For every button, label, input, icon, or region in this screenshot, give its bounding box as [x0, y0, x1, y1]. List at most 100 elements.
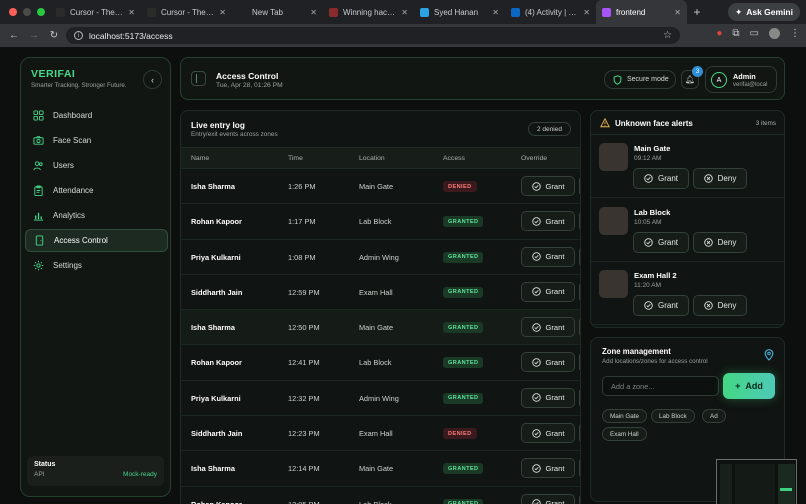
deny-override-button-partial[interactable]	[579, 176, 580, 196]
deny-override-button-partial[interactable]	[579, 317, 580, 338]
grant-button-label: Grant	[545, 428, 565, 438]
browser-tab[interactable]: (4) Activity | My ✕	[505, 0, 596, 24]
close-tab-icon[interactable]: ✕	[583, 8, 590, 17]
add-zone-input[interactable]	[602, 376, 719, 396]
close-tab-icon[interactable]: ✕	[401, 8, 408, 17]
sidebar-item-users[interactable]: Users	[25, 154, 168, 177]
grant-button-label: Grant	[545, 499, 565, 504]
deny-override-button-partial[interactable]	[579, 281, 580, 302]
site-info-icon[interactable]: i	[74, 31, 83, 40]
alert-time: 09:12 AM	[634, 155, 662, 162]
zone-tag[interactable]: Lab Block	[651, 409, 695, 423]
maximize-window-button[interactable]	[37, 8, 45, 16]
deny-override-button-partial[interactable]	[579, 493, 580, 504]
grant-override-button[interactable]: Grant	[521, 458, 575, 479]
deny-button[interactable]: Deny	[693, 295, 747, 316]
browser-tab[interactable]: Cursor - The be ✕	[141, 0, 232, 24]
browser-tab[interactable]: New Tab ✕	[232, 0, 323, 24]
row-name: Rohan Kapoor	[191, 217, 242, 227]
forward-button[interactable]: →	[24, 30, 44, 41]
secure-mode-toggle[interactable]: Secure mode	[604, 70, 676, 89]
browser-tab[interactable]: Syed Hanan ✕	[414, 0, 505, 24]
grant-override-button[interactable]: Grant	[521, 281, 575, 302]
deny-override-button-partial[interactable]	[579, 458, 580, 479]
screenshot-thumbnail[interactable]	[716, 459, 797, 504]
sidebar-item-attendance[interactable]: Attendance	[25, 179, 168, 202]
back-button[interactable]: ←	[4, 30, 24, 41]
collapse-sidebar-button[interactable]: ‹	[143, 70, 162, 89]
close-tab-icon[interactable]: ✕	[219, 8, 226, 17]
status-label: API	[34, 471, 45, 478]
check-circle-icon	[531, 252, 541, 261]
deny-button[interactable]: Deny	[693, 168, 747, 189]
sidebar-item-settings[interactable]: Settings	[25, 254, 168, 277]
deny-override-button-partial[interactable]	[579, 246, 580, 267]
grant-button-label: Grant	[545, 357, 565, 367]
new-tab-button[interactable]: +	[687, 5, 707, 19]
browser-tab[interactable]: frontend ✕	[596, 0, 687, 24]
plus-icon: +	[735, 381, 741, 391]
zone-tag[interactable]: Main Gate	[602, 409, 648, 423]
row-name: Siddharth Jain	[191, 429, 243, 439]
row-time: 1:08 PM	[288, 252, 316, 262]
access-status-badge: GRANTED	[443, 322, 484, 334]
sidepanel-icon[interactable]: ▭	[750, 28, 759, 39]
sidebar-item-analytics[interactable]: Analytics	[25, 204, 168, 227]
browser-tab-label: Syed Hanan	[434, 7, 479, 17]
grant-button[interactable]: Grant	[633, 295, 689, 316]
notifications-button[interactable]: 🔔︎ 3	[681, 66, 703, 89]
grant-override-button[interactable]: Grant	[521, 387, 575, 408]
ask-gemini-button[interactable]: ✦ Ask Gemini	[728, 3, 800, 21]
close-tab-icon[interactable]: ✕	[674, 8, 681, 17]
user-menu[interactable]: A Admin verifai@local	[705, 66, 777, 93]
extensions-puzzle-icon[interactable]: ⧉	[732, 28, 739, 39]
menu-kebab-icon[interactable]: ⋮	[790, 28, 800, 39]
denied-count-badge: 2 denied	[528, 122, 571, 136]
browser-tab[interactable]: Cursor - The be ✕	[50, 0, 141, 24]
row-time: 1:26 PM	[288, 182, 316, 191]
toggle-panel-icon[interactable]	[191, 71, 206, 86]
grant-override-button[interactable]: Grant	[521, 423, 575, 444]
access-status-badge: DENIED	[443, 181, 477, 192]
table-row: Priya Kulkarni 12:32 PM Admin Wing GRANTED G…	[181, 381, 580, 417]
grant-override-button[interactable]: Grant	[521, 493, 575, 504]
check-circle-icon	[531, 428, 541, 438]
extension-icon[interactable]: ●	[716, 28, 722, 39]
deny-button[interactable]: Deny	[693, 231, 747, 253]
minimize-window-button[interactable]	[23, 8, 31, 16]
grant-override-button[interactable]: Grant	[521, 352, 575, 373]
close-tab-icon[interactable]: ✕	[492, 8, 499, 17]
deny-override-button-partial[interactable]	[579, 387, 580, 408]
zone-tag[interactable]: Ad	[702, 409, 726, 423]
close-window-button[interactable]	[9, 8, 17, 16]
close-tab-icon[interactable]: ✕	[128, 8, 135, 17]
grant-override-button[interactable]: Grant	[521, 317, 575, 338]
zone-tag[interactable]: Exam Hall	[602, 427, 647, 441]
add-zone-button[interactable]: + Add	[723, 373, 775, 399]
browser-tab[interactable]: Winning hackatl ✕	[323, 0, 414, 24]
status-title: Status	[34, 461, 56, 468]
grant-override-button[interactable]: Grant	[521, 211, 575, 232]
bookmark-star-icon[interactable]: ☆	[663, 30, 672, 41]
access-status-badge: GRANTED	[443, 392, 484, 404]
deny-override-button-partial[interactable]	[579, 352, 580, 373]
close-tab-icon[interactable]: ✕	[310, 8, 317, 17]
row-location: Lab Block	[359, 358, 392, 368]
grant-override-button[interactable]: Grant	[521, 176, 575, 196]
sidebar-item-face-scan[interactable]: Face Scan	[25, 129, 168, 152]
sidebar-item-dashboard[interactable]: Dashboard	[25, 104, 168, 127]
brand-tagline: Smarter Tracking. Stronger Future.	[31, 82, 127, 89]
reload-button[interactable]: ↻	[44, 30, 64, 41]
alerts-header: Unknown face alerts 3 items	[591, 111, 784, 135]
sidebar-item-access-control[interactable]: Access Control	[25, 229, 168, 252]
url-bar[interactable]: i localhost:5173/access ☆	[66, 27, 680, 44]
gear-icon	[33, 260, 44, 271]
sidebar-item-label: Attendance	[53, 186, 94, 195]
clipboard-icon	[33, 185, 44, 196]
deny-override-button-partial[interactable]	[579, 423, 580, 444]
grant-button[interactable]: Grant	[633, 231, 689, 253]
grant-button[interactable]: Grant	[633, 168, 689, 189]
grant-override-button[interactable]: Grant	[521, 246, 575, 267]
profile-avatar[interactable]	[769, 28, 780, 39]
deny-override-button-partial[interactable]	[579, 211, 580, 232]
